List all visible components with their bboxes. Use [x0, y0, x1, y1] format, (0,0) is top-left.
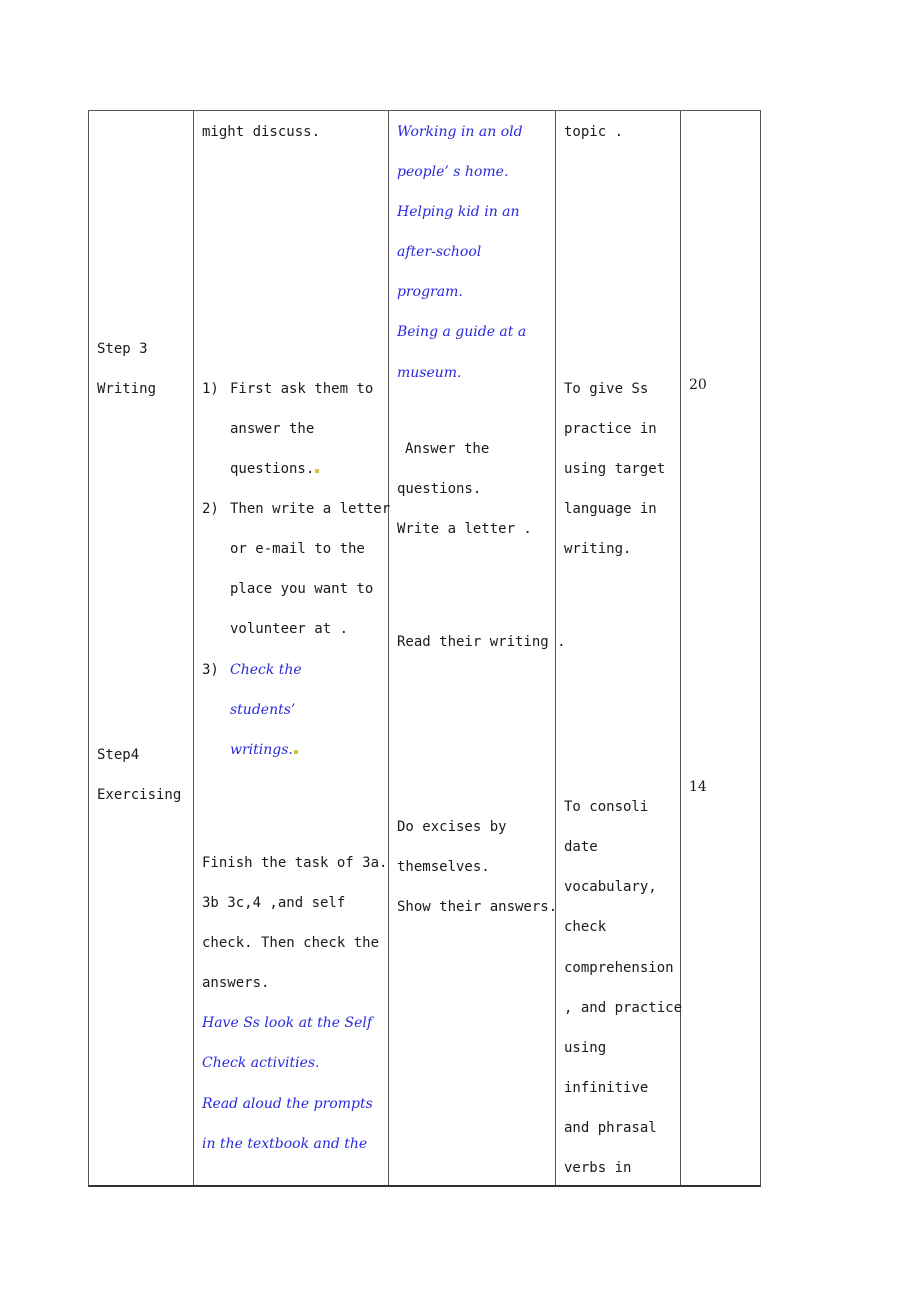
cell-text: check. Then check the [202, 935, 380, 951]
cell-text: in the textbook and the [202, 1136, 368, 1152]
cell-text: Finish the task of 3a. [202, 855, 388, 871]
cell-text: Helping kid in an [397, 204, 520, 220]
cell-text: verbs in [564, 1160, 632, 1176]
cell-text: students’ [230, 702, 296, 718]
step-name: Exercising [97, 787, 182, 803]
cell-text: using [564, 1040, 607, 1056]
cell-text: language in [564, 501, 657, 517]
cell-text: and phrasal [564, 1120, 657, 1136]
cell-text: Read their writing . [397, 634, 566, 650]
lesson-plan-table: Step 3 Writing Step4 Exercising might di… [88, 110, 761, 1187]
cell-text: questions. [230, 461, 320, 477]
step-label: Step 3 [97, 341, 148, 357]
cell-text: vocabulary, [564, 879, 657, 895]
time-column: 20 14 [681, 111, 761, 1185]
cell-text: themselves. [397, 859, 490, 875]
item-number: 1) [202, 381, 219, 397]
student-activities-column: Working in an old people’ s home. Helpin… [389, 111, 566, 1185]
text-line: First ask them to [230, 381, 374, 397]
cell-text: Write a letter . [397, 521, 532, 537]
teacher-activities-column: might discuss. 1) First ask them to answ… [194, 111, 391, 1185]
cell-text: might discuss. [202, 124, 321, 140]
step-label: Step4 [97, 747, 140, 763]
cell-text: Check activities. [202, 1055, 320, 1071]
cell-text: Read aloud the prompts [202, 1096, 373, 1112]
cell-text: practice in [564, 421, 657, 437]
cell-text: Working in an old [397, 124, 523, 140]
cell-text: writings. [230, 742, 298, 758]
cell-text: Being a guide at a [397, 324, 527, 340]
cell-text: comprehension [564, 960, 674, 976]
purpose-column: topic . To give Ss practice in using tar… [556, 111, 683, 1185]
cell-text: people’ s home. [397, 164, 509, 180]
cell-text: Then write a letter [230, 501, 391, 517]
cell-text: topic . [564, 124, 624, 140]
cell-text: answer the [230, 421, 315, 437]
cell-text: First ask them to [230, 381, 381, 397]
edit-mark [315, 469, 320, 473]
cell-text: program. [397, 284, 463, 300]
item-number: 3) [202, 662, 219, 678]
cell-text: museum. [397, 365, 462, 381]
cell-text: 3b 3c,4 ,and self [202, 895, 346, 911]
step-column: Step 3 Writing Step4 Exercising [89, 111, 193, 1185]
text-line: questions. [230, 461, 315, 477]
step-name: Writing [97, 381, 157, 397]
cell-text: place you want to [230, 581, 374, 597]
cell-text: or e-mail to the [230, 541, 365, 557]
item-number: 2) [202, 501, 219, 517]
text-line: writings. [230, 742, 293, 758]
cell-text: , and practice [564, 1000, 683, 1016]
cell-text: To give Ss [564, 381, 649, 397]
cell-text: questions. [397, 481, 482, 497]
cell-text: Check the [230, 662, 302, 678]
time-minutes: 14 [689, 779, 707, 795]
cell-text: To consoli [564, 799, 649, 815]
time-minutes: 20 [689, 377, 707, 393]
cell-text: using target [564, 461, 666, 477]
cell-text: Have Ss look at the Self [202, 1015, 373, 1031]
cell-text: check [564, 919, 607, 935]
cell-text: after-school [397, 244, 482, 260]
edit-mark [293, 750, 298, 754]
cell-text: writing. [564, 541, 632, 557]
cell-text: infinitive [564, 1080, 649, 1096]
cell-text: Answer the [405, 441, 490, 457]
cell-text: Show their answers. [397, 899, 558, 915]
cell-text: date [564, 839, 598, 855]
cell-text: volunteer at . [230, 621, 349, 637]
cell-text: answers. [202, 975, 270, 991]
cell-text: Do excises by [397, 819, 507, 835]
